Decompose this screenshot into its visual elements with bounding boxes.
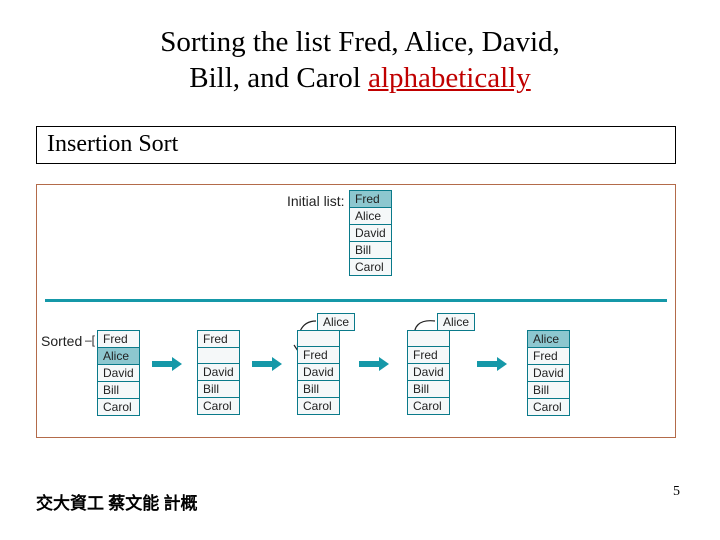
list-item xyxy=(297,330,340,347)
list-item: David xyxy=(197,363,240,381)
list-item: David xyxy=(527,364,570,382)
list-item: Alice xyxy=(97,347,140,365)
sorted-label: Sorted xyxy=(41,333,82,349)
initial-list: Fred Alice David Bill Carol xyxy=(349,191,392,276)
initial-list-label: Initial list: xyxy=(287,193,345,209)
list-item: Bill xyxy=(197,380,240,398)
list-item: Fred xyxy=(527,347,570,365)
step-list: Fred David Bill Carol xyxy=(297,331,340,415)
list-item: David xyxy=(97,364,140,382)
list-item: Carol xyxy=(349,258,392,276)
arrow-icon xyxy=(252,357,282,371)
list-item: Fred xyxy=(349,190,392,208)
step-list: Alice Fred David Bill Carol xyxy=(527,331,570,416)
list-item: Carol xyxy=(97,398,140,416)
sorted-brace: –[ xyxy=(85,333,95,347)
list-item: Carol xyxy=(297,397,340,415)
list-item: Bill xyxy=(97,381,140,399)
list-item: Fred xyxy=(97,330,140,348)
subtitle-box: Insertion Sort xyxy=(36,126,676,164)
list-item: Carol xyxy=(527,398,570,416)
list-item: Bill xyxy=(297,380,340,398)
list-item: David xyxy=(407,363,450,381)
list-item: Bill xyxy=(349,241,392,259)
list-item: Carol xyxy=(407,397,450,415)
title-accent: alphabetically xyxy=(368,62,531,94)
pivot-cell: Alice xyxy=(317,313,355,331)
subtitle-text: Insertion Sort xyxy=(47,131,178,157)
list-item: David xyxy=(297,363,340,381)
list-item xyxy=(197,347,240,364)
list-item: David xyxy=(349,224,392,242)
step-list: Fred Alice David Bill Carol xyxy=(97,331,140,416)
list-item: Fred xyxy=(197,330,240,348)
arrow-icon xyxy=(152,357,182,371)
step-list: Fred David Bill Carol xyxy=(407,331,450,415)
list-item xyxy=(407,330,450,347)
list-item: Carol xyxy=(197,397,240,415)
separator-line xyxy=(45,299,667,302)
title-line2-prefix: Bill, and Carol xyxy=(189,62,368,94)
step-list: Fred David Bill Carol xyxy=(197,331,240,415)
diagram-frame: Initial list: Fred Alice David Bill Caro… xyxy=(36,184,676,438)
footer-text: 交大資工 蔡文能 計概 xyxy=(36,489,198,514)
slide-title: Sorting the list Fred, Alice, David, Bil… xyxy=(0,24,720,97)
list-item: Bill xyxy=(407,380,450,398)
pivot-cell: Alice xyxy=(437,313,475,331)
list-item: Alice xyxy=(527,330,570,348)
list-item: Fred xyxy=(407,346,450,364)
list-item: Fred xyxy=(297,346,340,364)
arrow-icon xyxy=(477,357,507,371)
arrow-icon xyxy=(359,357,389,371)
list-item: Alice xyxy=(349,207,392,225)
page-number: 5 xyxy=(673,484,680,500)
list-item: Bill xyxy=(527,381,570,399)
title-line1: Sorting the list Fred, Alice, David, xyxy=(160,26,560,58)
